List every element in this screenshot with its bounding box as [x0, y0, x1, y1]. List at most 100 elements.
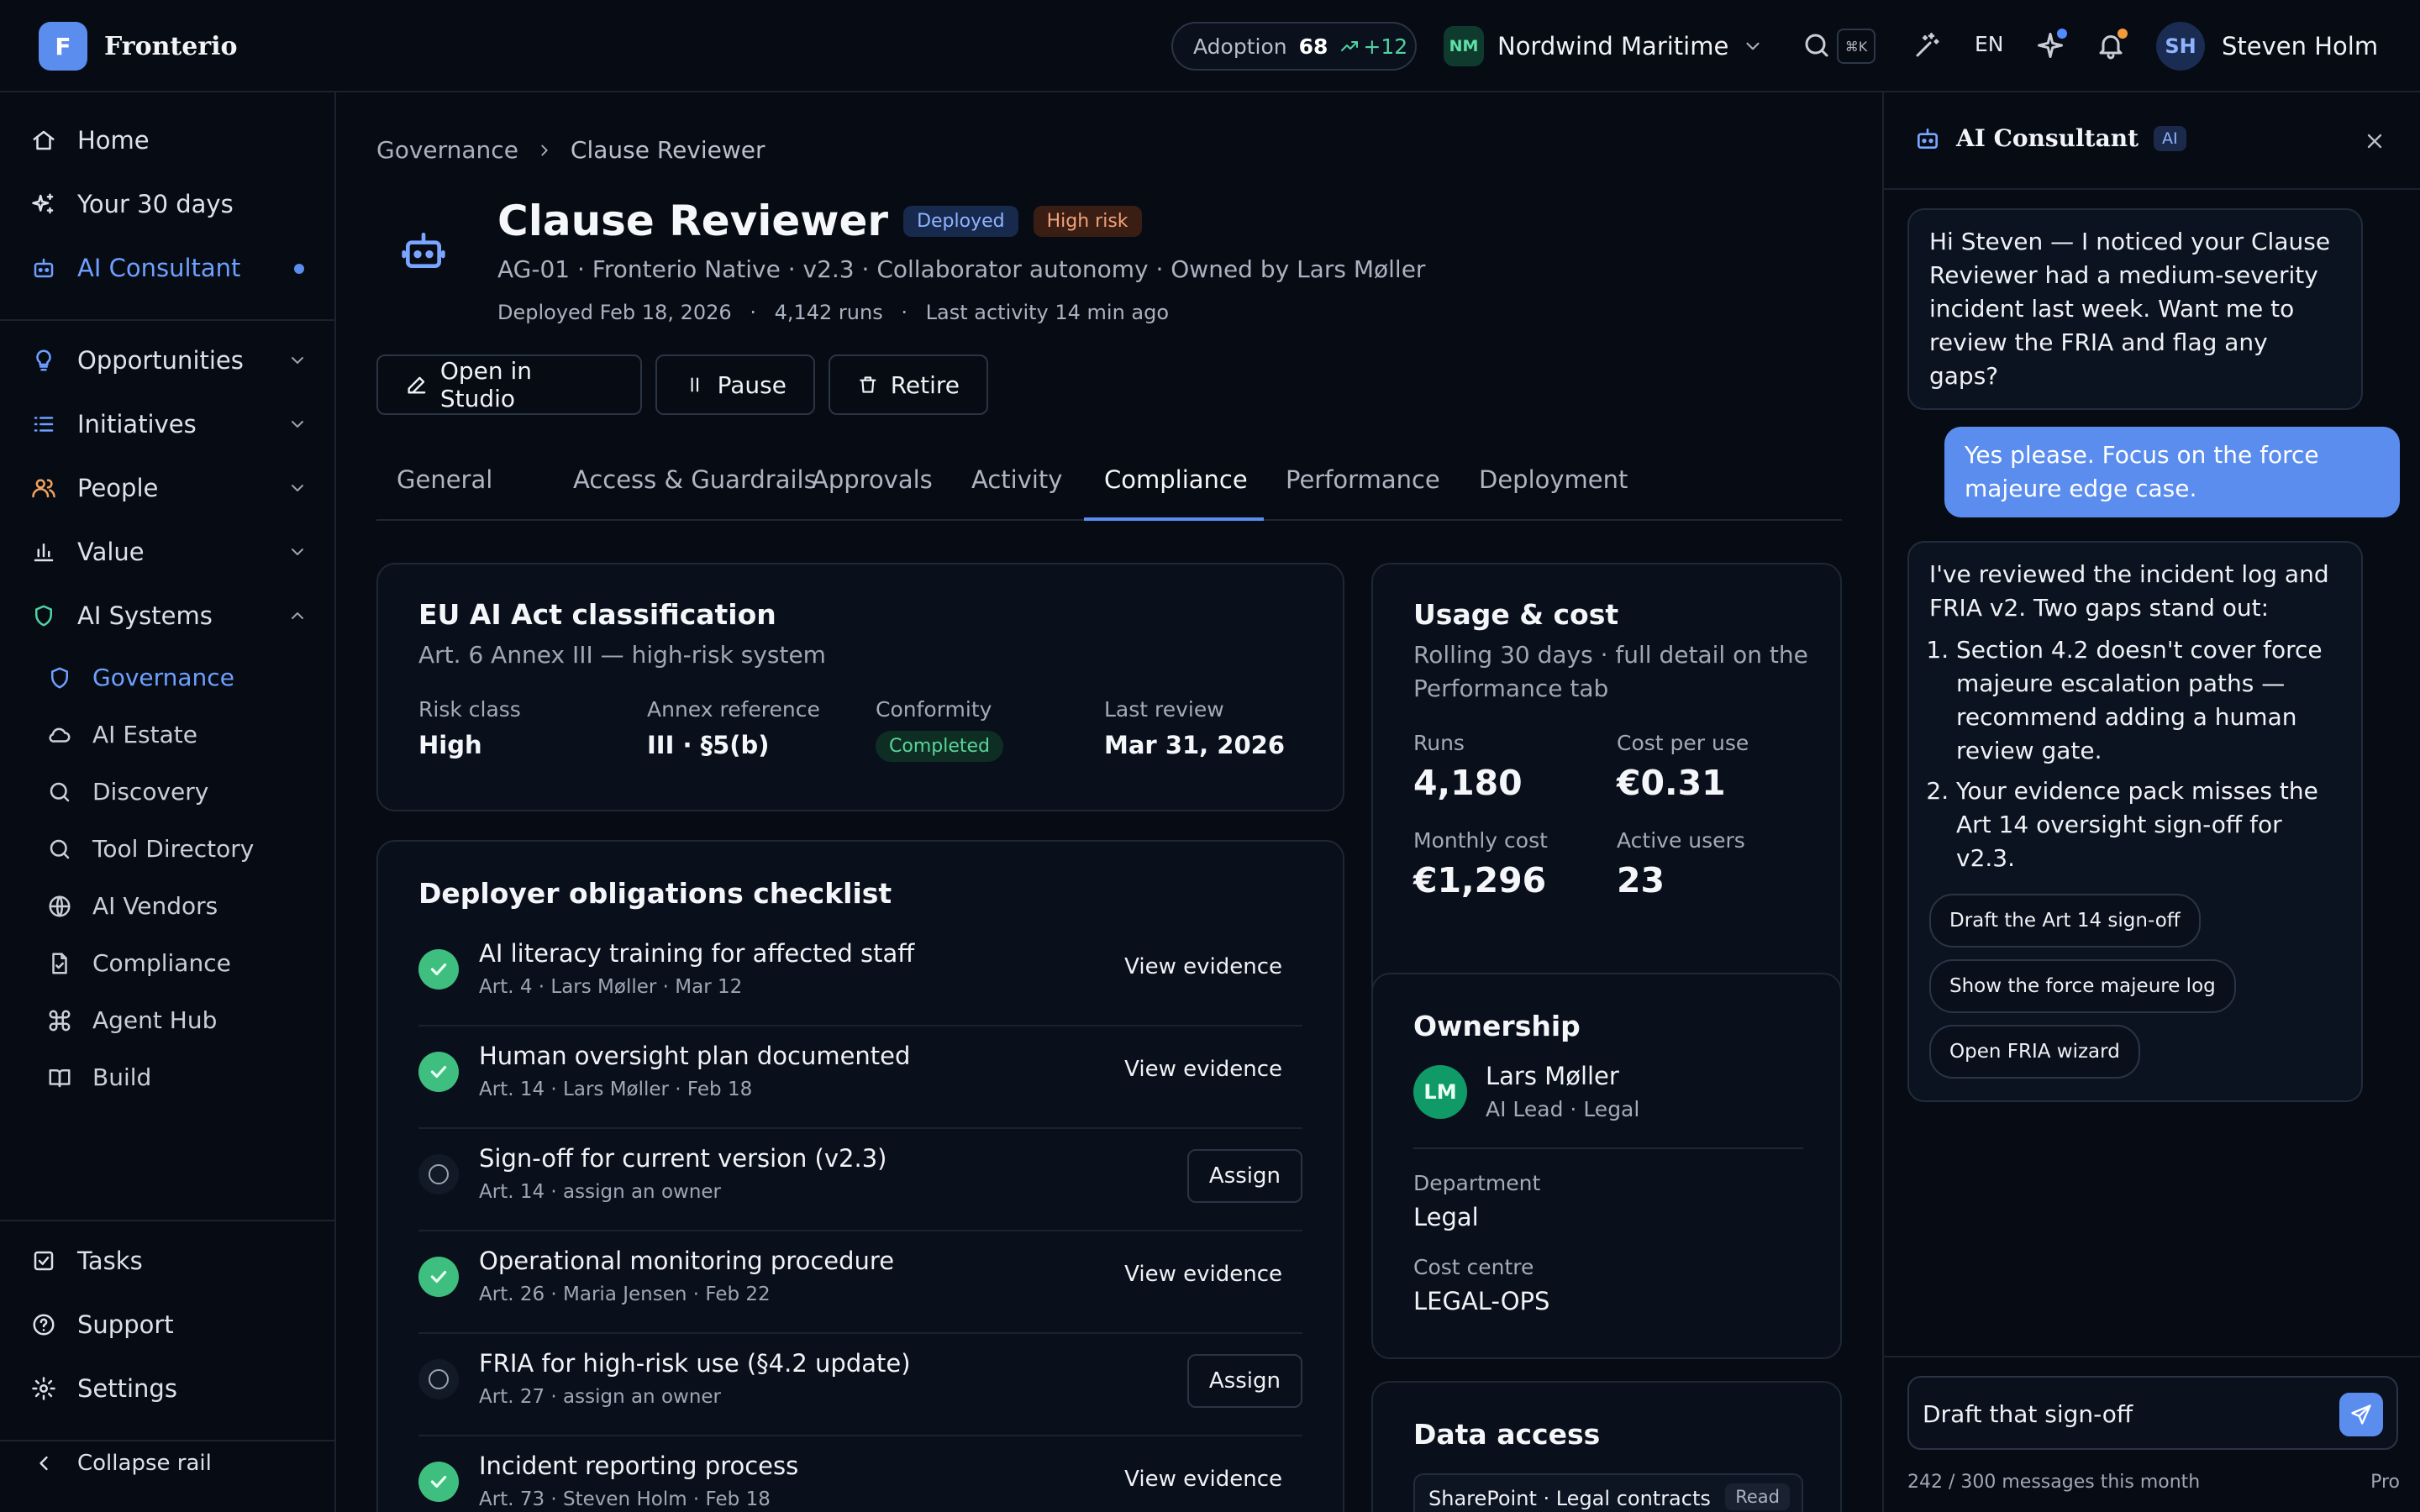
- nav-compliance[interactable]: Compliance: [47, 949, 231, 977]
- obligation-meta: Art. 4 · Lars Møller · Mar 12: [479, 976, 743, 998]
- suggestion-chip[interactable]: Open FRIA wizard: [1929, 1025, 2140, 1079]
- data-source-row[interactable]: SharePoint · Legal contracts Read: [1413, 1473, 1803, 1512]
- tab-performance[interactable]: Performance: [1286, 465, 1440, 494]
- nav-label: Initiatives: [77, 410, 197, 438]
- panel-title: AI Consultant: [1956, 124, 2139, 152]
- nav-initiatives[interactable]: Initiatives: [30, 410, 308, 438]
- nav-home[interactable]: Home: [30, 126, 308, 155]
- data-access-card: Data access SharePoint · Legal contracts…: [1371, 1381, 1842, 1512]
- org-switcher[interactable]: NM Nordwind Maritime: [1444, 26, 1764, 66]
- user-menu[interactable]: SH Steven Holm: [2156, 22, 2378, 71]
- divider: [1413, 1147, 1803, 1149]
- view-evidence-link[interactable]: View evidence: [1124, 1467, 1282, 1492]
- check-circle-icon: [418, 1052, 459, 1092]
- suggestion-chip[interactable]: Show the force majeure log: [1929, 959, 2236, 1013]
- nav-ai-estate[interactable]: AI Estate: [47, 721, 197, 748]
- annex-label: Annex reference: [647, 697, 820, 722]
- nav-label: AI Vendors: [92, 892, 218, 920]
- collapse-label: Collapse rail: [77, 1451, 212, 1476]
- deployed-date: Deployed Feb 18, 2026: [497, 301, 732, 324]
- chat-input[interactable]: [1923, 1393, 2326, 1435]
- home-icon: [33, 130, 55, 150]
- checklist-row: Operational monitoring procedure Art. 26…: [418, 1231, 1302, 1334]
- org-badge: NM: [1444, 26, 1484, 66]
- tab-activity[interactable]: Activity: [971, 465, 1062, 494]
- conformity-badge: Completed: [876, 731, 1003, 762]
- nav-support[interactable]: Support: [30, 1310, 308, 1339]
- card-title: Data access: [1413, 1418, 1601, 1451]
- message-list: Section 4.2 doesn't cover force majeure …: [1929, 633, 2341, 875]
- lightbulb-icon: [36, 349, 51, 371]
- card-title: Deployer obligations checklist: [418, 877, 892, 910]
- obligation-meta: Art. 26 · Maria Jensen · Feb 22: [479, 1284, 771, 1305]
- top-bar: F Fronterio Adoption 68 +12 NM Nordwind …: [0, 0, 2420, 92]
- nav-your-30-days[interactable]: Your 30 days: [30, 190, 308, 218]
- nav-agent-hub[interactable]: Agent Hub: [47, 1006, 217, 1034]
- pause-button[interactable]: Pause: [655, 354, 815, 415]
- nav-tasks[interactable]: Tasks: [30, 1247, 308, 1275]
- retire-button[interactable]: Retire: [829, 354, 988, 415]
- view-evidence-link[interactable]: View evidence: [1124, 954, 1282, 979]
- nav-ai-systems[interactable]: AI Systems: [30, 601, 308, 630]
- tab-access-guardrails[interactable]: Access & Guardrails: [573, 465, 817, 494]
- adoption-score[interactable]: Adoption 68 +12: [1171, 22, 1417, 71]
- nav-people[interactable]: People: [30, 474, 308, 502]
- close-icon[interactable]: [2363, 129, 2386, 153]
- view-evidence-link[interactable]: View evidence: [1124, 1057, 1282, 1082]
- view-evidence-link[interactable]: View evidence: [1124, 1262, 1282, 1287]
- assign-button[interactable]: Assign: [1186, 1149, 1302, 1203]
- tab-deployment[interactable]: Deployment: [1479, 465, 1628, 494]
- cost-centre-value: LEGAL-OPS: [1413, 1287, 1550, 1315]
- nav-label: Governance: [92, 664, 234, 691]
- chevron-up-icon: [292, 612, 303, 619]
- breadcrumb-parent[interactable]: Governance: [376, 136, 518, 164]
- nav-ai-consultant[interactable]: AI Consultant: [30, 254, 308, 282]
- obligation-meta: Art. 73 · Steven Holm · Feb 18: [479, 1488, 771, 1510]
- nav-settings[interactable]: Settings: [30, 1374, 308, 1403]
- risk-class-label: Risk class: [418, 697, 521, 722]
- send-button[interactable]: [2339, 1393, 2383, 1436]
- nav-tool-directory[interactable]: Tool Directory: [47, 835, 254, 863]
- brand[interactable]: F Fronterio: [39, 22, 238, 71]
- chevron-down-icon: [292, 357, 303, 364]
- assign-button[interactable]: Assign: [1186, 1354, 1302, 1408]
- rail-divider: [0, 1440, 336, 1441]
- card-title: Usage & cost: [1413, 598, 1619, 631]
- nav-governance[interactable]: Governance: [47, 664, 234, 691]
- nav-build[interactable]: Build: [47, 1063, 151, 1091]
- tab-compliance[interactable]: Compliance: [1104, 465, 1248, 494]
- last-activity: Last activity 14 min ago: [925, 301, 1170, 324]
- suggestion-chip[interactable]: Draft the Art 14 sign-off: [1929, 894, 2201, 948]
- active-users-label: Active users: [1617, 828, 1745, 853]
- nav-discovery[interactable]: Discovery: [47, 778, 208, 806]
- search-icon[interactable]: [1802, 30, 1832, 60]
- file-check-icon: [52, 953, 67, 974]
- empty-circle-icon: [418, 1359, 459, 1399]
- user-name: Steven Holm: [2222, 32, 2379, 60]
- owner-name[interactable]: Lars Møller: [1486, 1062, 1619, 1090]
- panel-divider: [1884, 188, 2420, 190]
- nav-ai-vendors[interactable]: AI Vendors: [47, 892, 218, 920]
- notification-indicator: [2118, 29, 2128, 39]
- tab-approvals[interactable]: Approvals: [812, 465, 933, 494]
- panel-divider: [1884, 1356, 2420, 1357]
- checklist-row: Human oversight plan documented Art. 14 …: [418, 1026, 1302, 1129]
- nav-opportunities[interactable]: Opportunities: [30, 346, 308, 375]
- open-in-studio-button[interactable]: Open in Studio: [376, 354, 642, 415]
- chat-composer: [1907, 1376, 2398, 1450]
- tab-general[interactable]: General: [397, 465, 492, 494]
- monthly-cost-value: €1,296: [1413, 860, 1547, 900]
- robot-icon: [34, 258, 54, 278]
- ai-tag: AI: [2154, 125, 2186, 151]
- agent-subline: AG-01 · Fronterio Native · v2.3 · Collab…: [497, 255, 1426, 283]
- magic-wand-icon[interactable]: [1912, 30, 1943, 60]
- language-switch[interactable]: EN: [1975, 32, 2004, 56]
- panel-header: AI Consultant AI: [1914, 124, 2186, 152]
- check-circle-icon: [418, 949, 459, 990]
- cost-per-use-value: €0.31: [1617, 763, 1726, 803]
- nav-label: Compliance: [92, 949, 231, 977]
- nav-value[interactable]: Value: [30, 538, 308, 566]
- nav-label: AI Systems: [77, 601, 213, 630]
- collapse-rail-button[interactable]: Collapse rail: [30, 1450, 308, 1477]
- conformity-label: Conformity: [876, 697, 992, 722]
